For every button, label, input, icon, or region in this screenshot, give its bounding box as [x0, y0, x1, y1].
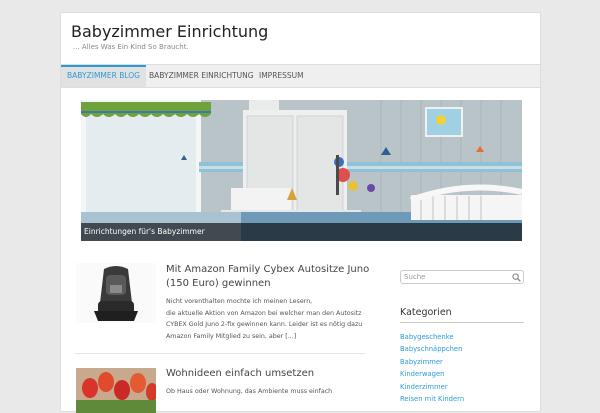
nav-item-impressum[interactable]: IMPRESSUM — [253, 65, 310, 87]
site-title[interactable]: Babyzimmer Einrichtung — [71, 22, 268, 41]
tulips-image — [76, 368, 156, 413]
post-excerpt-wohnideen: Ob Haus oder Wohnung, das Ambiente muss … — [166, 386, 366, 398]
search-icon[interactable] — [512, 273, 521, 282]
excerpt-line: Amazon Family Mitglied zu sein, aber [..… — [166, 332, 297, 340]
search-placeholder: Suche — [404, 273, 426, 281]
category-link[interactable]: Kinderwagen — [400, 368, 464, 380]
nav-item-babyzimmer-blog[interactable]: BABYZIMMER BLOG — [61, 65, 146, 87]
main-navigation: BABYZIMMER BLOG BABYZIMMER EINRICHTUNG I… — [61, 64, 540, 88]
category-link[interactable]: Reisen mit Kindern — [400, 393, 464, 405]
post-thumbnail-car-seat[interactable] — [76, 263, 156, 323]
excerpt-line: CYBEX Gold Juno 2-fix gewinnen kann. Lei… — [166, 321, 363, 328]
site-tagline: ... Alles Was Ein Kind So Braucht. — [73, 43, 189, 51]
categories-title: Kategorien — [400, 307, 452, 318]
category-link[interactable]: Babygeschenke — [400, 331, 464, 343]
excerpt-line: Nicht vorenthalten mochte ich meinen Les… — [166, 298, 313, 305]
post-divider — [75, 353, 365, 354]
excerpt-line: Ob Haus oder Wohnung, das Ambiente muss … — [166, 388, 333, 395]
categories-divider — [400, 322, 524, 323]
hero-image — [81, 100, 522, 241]
page-container: Babyzimmer Einrichtung ... Alles Was Ein… — [60, 12, 541, 413]
hero-caption[interactable]: Einrichtungen für's Babyzimmer — [81, 223, 522, 241]
post-title-wohnideen[interactable]: Wohnideen einfach umsetzen — [166, 368, 314, 379]
post-thumbnail-tulips[interactable] — [76, 368, 156, 413]
nav-item-babyzimmer-einrichtung[interactable]: BABYZIMMER EINRICHTUNG — [143, 65, 260, 87]
excerpt-line: die aktuelle Aktion von Amazon bei welch… — [166, 309, 362, 317]
category-link[interactable]: Babyschnäppchen — [400, 343, 464, 355]
car-seat-image — [76, 263, 156, 323]
category-link[interactable]: Babyzimmer — [400, 356, 464, 368]
post-title-cybex[interactable]: Mit Amazon Family Cybex Autositze Juno (… — [166, 263, 376, 291]
search-input[interactable]: Suche — [400, 270, 524, 284]
categories-list: Babygeschenke Babyschnäppchen Babyzimmer… — [400, 331, 464, 405]
category-link[interactable]: Kinderzimmer — [400, 381, 464, 393]
post-excerpt-cybex: Nicht vorenthalten mochte ich meinen Les… — [166, 296, 381, 342]
hero-slider[interactable]: Einrichtungen für's Babyzimmer — [81, 100, 522, 241]
